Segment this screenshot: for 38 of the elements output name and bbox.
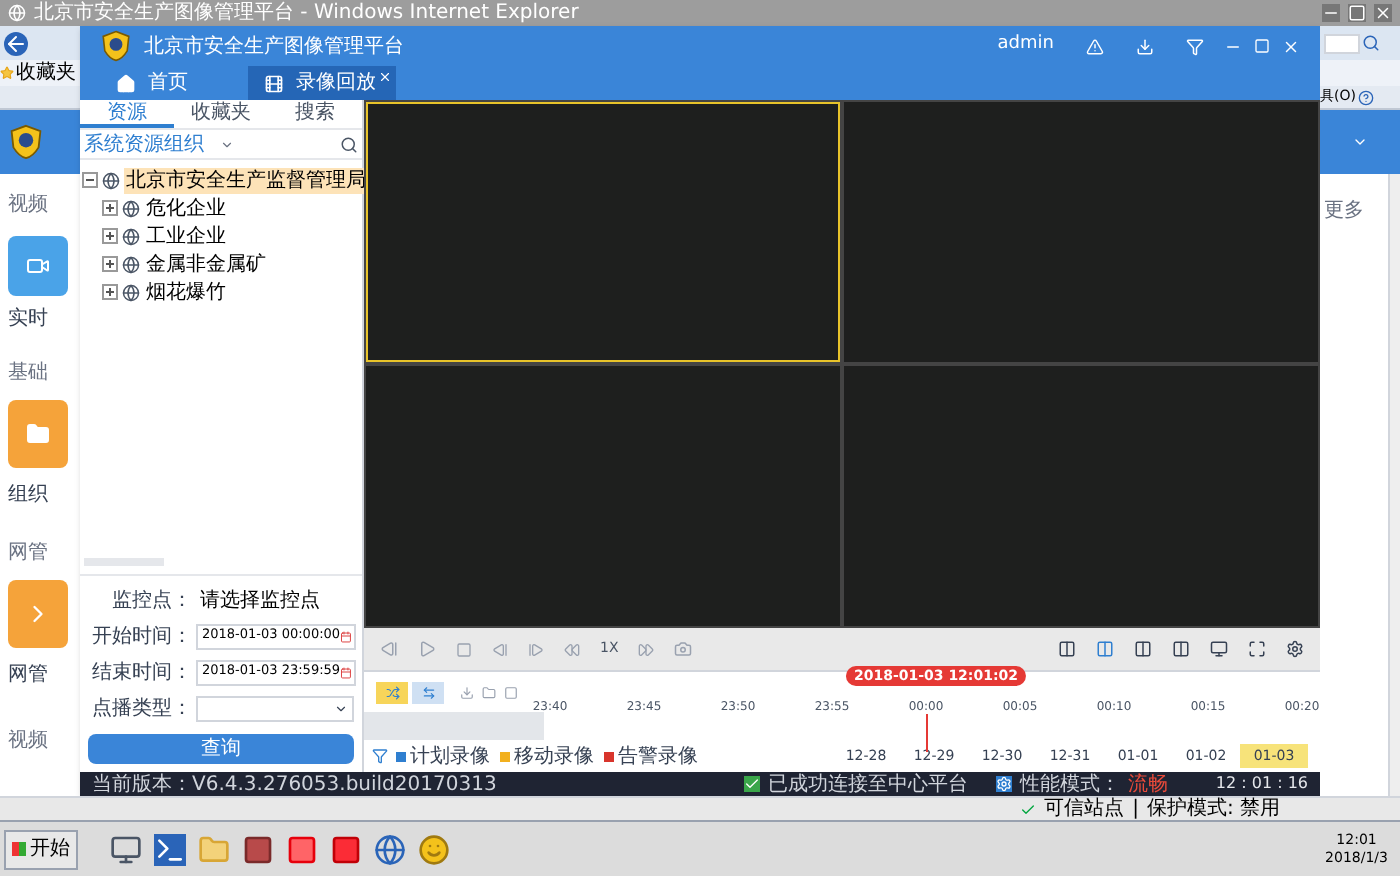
more-link[interactable]: 更多	[1324, 200, 1364, 222]
query-button[interactable]: 查询	[88, 734, 354, 764]
field-label: 结束时间：	[90, 659, 192, 687]
user-name[interactable]: admin	[997, 32, 1054, 60]
panel-tab[interactable]: 资源	[80, 100, 174, 128]
tile-label: 组织	[8, 482, 50, 510]
clock: 12 : 01 : 16	[1215, 772, 1308, 796]
connection-status: 已成功连接至中心平台	[767, 773, 968, 795]
start-button[interactable]: 开始	[4, 829, 78, 869]
performance-label: 性能模式：	[1019, 773, 1120, 795]
panel-tab[interactable]: 收藏夹	[174, 100, 268, 128]
section-label: 网管	[8, 540, 50, 568]
tree-item[interactable]: 烟花爆竹	[144, 279, 228, 305]
app-tab[interactable]: 首页	[100, 66, 248, 100]
tile-label: 网管	[8, 662, 50, 690]
window-title: 北京市安全生产图像管理平台 - Windows Internet Explorer	[34, 1, 579, 25]
tree-item[interactable]: 北京市安全生产监督管理局	[124, 167, 368, 193]
section-label: 视频	[8, 191, 50, 220]
legend-label: 告警录像	[618, 743, 698, 771]
tile-label: 实时	[8, 305, 50, 334]
legend-label: 计划录像	[410, 743, 490, 771]
panel-tab[interactable]: 搜索	[268, 100, 362, 128]
tree-item[interactable]: 危化企业	[144, 195, 228, 221]
performance-mode[interactable]: 流畅	[1127, 773, 1168, 795]
tree-item[interactable]: 金属非金属矿	[144, 251, 268, 277]
browser-status-bar: 可信站点 | 保护模式: 禁用	[0, 796, 1400, 820]
section-label: 基础	[8, 359, 50, 388]
section-label: 视频	[8, 727, 50, 756]
app-status-bar: 当前版本：V6.4.3.276053.build20170313 已成功连接至中心平台 性能模式： 流畅 12 : 01 : 16	[80, 772, 1320, 796]
tree-item[interactable]: 工业企业	[144, 223, 228, 249]
field-label: 开始时间：	[90, 623, 192, 651]
legend-label: 移动录像	[514, 743, 594, 771]
field-label: 监控点：	[110, 587, 192, 615]
app-tab[interactable]: 录像回放	[248, 66, 396, 100]
field-value: 请选择监控点	[200, 587, 320, 615]
org-select[interactable]: 系统资源组织	[84, 129, 340, 159]
field-label: 点播类型：	[90, 695, 192, 723]
app-title: 北京市安全生产图像管理平台	[144, 33, 404, 61]
